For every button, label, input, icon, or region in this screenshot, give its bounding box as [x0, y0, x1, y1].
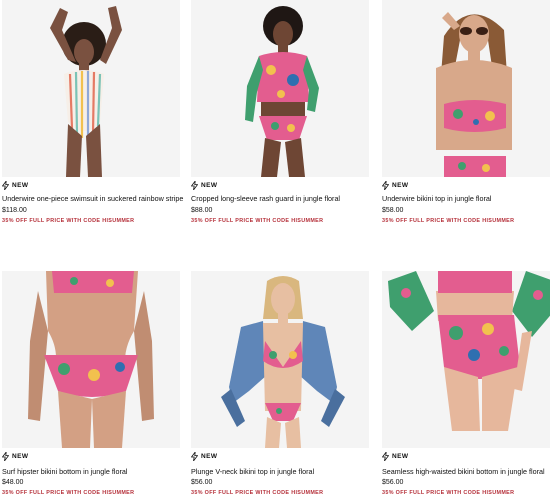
lightning-bolt-icon: [382, 181, 389, 190]
product-image[interactable]: [382, 0, 550, 177]
badge-label: NEW: [12, 182, 29, 189]
new-badge: NEW: [191, 452, 217, 461]
product-price: $118.00: [2, 207, 27, 214]
promo-text: 35% OFF FULL PRICE WITH CODE HISUMMER: [191, 490, 324, 496]
product-image[interactable]: [191, 271, 369, 448]
product-price: $48.00: [2, 479, 24, 486]
product-name-link[interactable]: Underwire one-piece swimsuit in suckered…: [2, 194, 183, 203]
lightning-bolt-icon: [191, 181, 198, 190]
product-name-link[interactable]: Underwire bikini top in jungle floral: [382, 194, 491, 203]
badge-label: NEW: [392, 453, 409, 460]
product-price: $88.00: [191, 207, 213, 214]
product-image[interactable]: [191, 0, 369, 177]
new-badge: NEW: [191, 181, 217, 190]
product-price: $56.00: [191, 479, 213, 486]
lightning-bolt-icon: [2, 452, 9, 461]
promo-text: 35% OFF FULL PRICE WITH CODE HISUMMER: [382, 218, 515, 224]
product-price: $56.00: [382, 479, 404, 486]
lightning-bolt-icon: [191, 452, 198, 461]
product-name-link[interactable]: Seamless high-waisted bikini bottom in j…: [382, 467, 545, 476]
new-badge: NEW: [382, 181, 408, 190]
promo-text: 35% OFF FULL PRICE WITH CODE HISUMMER: [2, 490, 135, 496]
product-image[interactable]: [382, 271, 550, 448]
lightning-bolt-icon: [2, 181, 9, 190]
badge-label: NEW: [12, 453, 29, 460]
lightning-bolt-icon: [382, 452, 389, 461]
product-image[interactable]: [2, 0, 180, 177]
product-image[interactable]: [2, 271, 180, 448]
product-name-link[interactable]: Surf hipster bikini bottom in jungle flo…: [2, 467, 127, 476]
new-badge: NEW: [2, 181, 28, 190]
badge-label: NEW: [201, 182, 218, 189]
badge-label: NEW: [392, 182, 409, 189]
new-badge: NEW: [382, 452, 408, 461]
badge-label: NEW: [201, 453, 218, 460]
product-name-link[interactable]: Plunge V-neck bikini top in jungle flora…: [191, 467, 314, 476]
product-name-link[interactable]: Cropped long-sleeve rash guard in jungle…: [191, 194, 340, 203]
promo-text: 35% OFF FULL PRICE WITH CODE HISUMMER: [2, 218, 135, 224]
new-badge: NEW: [2, 452, 28, 461]
product-price: $58.00: [382, 207, 404, 214]
promo-text: 35% OFF FULL PRICE WITH CODE HISUMMER: [191, 218, 324, 224]
promo-text: 35% OFF FULL PRICE WITH CODE HISUMMER: [382, 490, 515, 496]
